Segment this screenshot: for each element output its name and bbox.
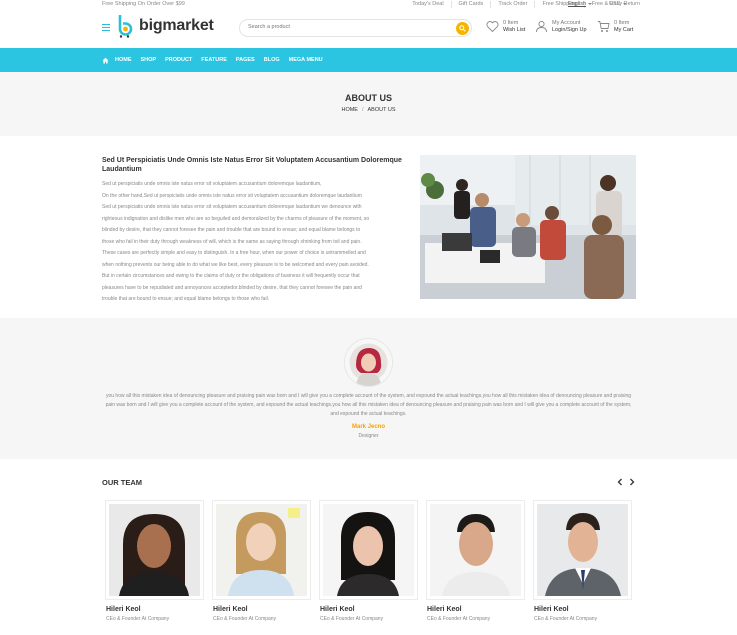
shipping-notice: Free Shipping On Order Over $99 [102,1,185,7]
team-member-photo [319,500,418,600]
nav-item-product[interactable]: PRODUCT [165,57,192,63]
wishlist-label: Wish List [503,27,526,33]
testimonial-quote: you how all this mistaken idea of denoun… [105,393,632,417]
team-member-name: Hileri Keol [213,606,248,613]
currency-label: USD [609,1,621,7]
search-bar[interactable]: Search a product [239,19,472,37]
search-button[interactable] [456,21,469,35]
nav-item-feature[interactable]: FEATURE [201,57,227,63]
team-member-position: CEo & Founder At Company [320,616,384,622]
office-team-image [420,155,636,299]
team-member-name: Hileri Keol [534,606,569,613]
about-line: trouble that are bound to ensue; and equ… [102,296,270,303]
nav-item-home[interactable]: HOME [102,57,132,64]
account-link[interactable]: My Account Login/Sign Up [535,20,587,34]
breadcrumb-separator: / [361,107,364,113]
cart-icon [597,21,610,32]
breadcrumb-home[interactable]: HOME [341,107,358,113]
team-member-photo [533,500,632,600]
top-link-track-order[interactable]: Track Order [490,1,534,8]
about-text: Sed ut perspiciatis unde omnis iste natu… [102,179,407,306]
top-bar: Free Shipping On Order Over $99 Today's … [0,0,737,10]
heart-icon [486,21,499,33]
about-line: Sed ut perspiciatis unde omnis iste natu… [102,204,362,211]
team-member-card[interactable]: Hileri Keol CEo & Founder At Company [105,500,204,622]
logo-text[interactable]: bigmarket [139,17,214,35]
team-member-name: Hileri Keol [106,606,141,613]
testimonial-author: Mark Jecno [351,424,385,430]
team-member-photo [426,500,525,600]
breadcrumb: HOME / ABOUT US [0,107,737,113]
about-line: Sed ut perspiciatis unde omnis iste natu… [102,181,322,187]
site-header: bigmarket Search a product 0 Item Wish L… [0,10,737,48]
team-member-position: CEo & Founder At Company [106,616,170,622]
nav-item-blog[interactable]: BLOG [264,57,280,63]
search-input[interactable]: Search a product [248,24,290,30]
wishlist-link[interactable]: 0 Item Wish List [486,20,525,34]
about-heading: Sed Ut Perspiciatis Unde Omnis Iste Natu… [102,157,402,173]
about-line: righteous indignation and dislike men wh… [102,215,370,222]
currency-select[interactable]: USD [609,1,627,7]
team-member-name: Hileri Keol [320,606,355,613]
about-line: when nothing prevents our being able to … [102,261,369,268]
testimonial-role: Designer [358,433,379,439]
nav-item-shop[interactable]: SHOP [141,57,157,63]
team-member-card[interactable]: Hileri Keol CEo & Founder At Company [212,500,311,622]
about-line: pleasures have to be repudiated and anno… [102,284,362,291]
top-link-todays-deal[interactable]: Today's Deal [405,1,450,8]
chevron-right-icon[interactable] [627,476,637,488]
cart-count: 0 Item [614,20,630,26]
nav-item-pages[interactable]: PAGES [236,57,255,63]
cart-label: My Cart [614,27,634,33]
login-signup-label: Login/Sign Up [552,27,587,33]
language-label: English [568,1,587,7]
team-member-photo [212,500,311,600]
about-line: those who fail in their duty through wea… [102,238,362,245]
menu-icon[interactable] [102,24,110,31]
chevron-down-icon [588,3,593,5]
breadcrumb-current: ABOUT US [367,107,396,113]
cart-link[interactable]: 0 Item My Cart [597,20,633,34]
avatar [344,338,393,387]
logo-icon[interactable] [117,14,133,38]
testimonial-section: you how all this mistaken idea of denoun… [0,318,737,459]
team-member-position: CEo & Founder At Company [534,616,598,622]
about-line: These cases are perfectly simple and eas… [102,250,366,257]
team-member-photo [105,500,204,600]
page-title-band: ABOUT US HOME / ABOUT US [0,72,737,136]
nav-label: HOME [115,57,132,63]
team-member-name: Hileri Keol [427,606,462,613]
team-member-position: CEo & Founder At Company [427,616,491,622]
about-line: But in certain circumstances and owing t… [102,273,360,280]
user-icon [536,20,547,33]
team-member-position: CEo & Founder At Company [213,616,277,622]
main-nav: HOME SHOP PRODUCT FEATURE PAGES BLOG MEG… [0,48,737,72]
team-member-card[interactable]: Hileri Keol CEo & Founder At Company [533,500,632,622]
chevron-down-icon [622,3,627,5]
nav-item-mega-menu[interactable]: MEGA MENU [289,57,323,63]
team-member-card[interactable]: Hileri Keol CEo & Founder At Company [319,500,418,622]
about-line: On the other hand,Sed ut perspiciatis un… [102,192,362,199]
search-icon [459,24,466,32]
language-select[interactable]: English [568,1,593,7]
about-line: blinded by desire, that they cannot fore… [102,227,361,234]
account-label: My Account [552,20,581,26]
page-title: ABOUT US [345,93,392,103]
top-link-gift-cards[interactable]: Gift Cards [450,1,491,8]
team-member-card[interactable]: Hileri Keol CEo & Founder At Company [426,500,525,622]
chevron-left-icon[interactable] [615,476,625,488]
team-title: OUR TEAM [102,478,142,487]
wishlist-count: 0 Item [503,20,519,26]
home-icon [102,57,109,63]
